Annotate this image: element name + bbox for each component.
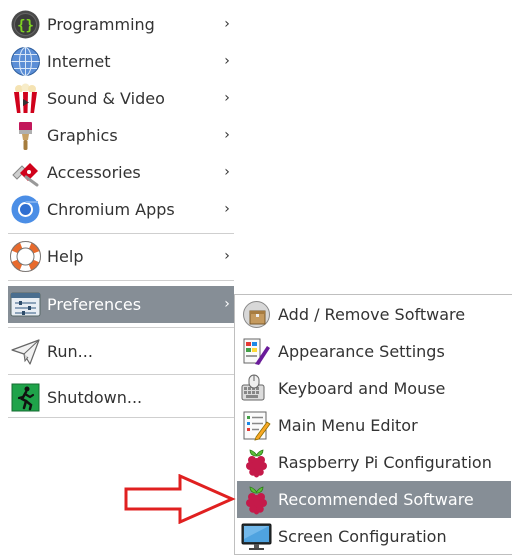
menu-separator [8, 280, 234, 281]
preferences-submenu: Add / Remove Software Appearance Setting… [234, 294, 512, 555]
menu-item-label: Chromium Apps [47, 200, 175, 219]
svg-text:{}: {} [17, 18, 34, 34]
lifebuoy-icon [10, 241, 41, 272]
submenu-item-add-remove-software[interactable]: Add / Remove Software [237, 296, 511, 333]
preferences-icon [10, 289, 41, 320]
submenu-item-keyboard-mouse[interactable]: Keyboard and Mouse [237, 370, 511, 407]
menu-item-label: Programming [47, 15, 155, 34]
chevron-right-icon: › [224, 248, 230, 264]
submenu-item-recommended-software[interactable]: Recommended Software [237, 481, 511, 518]
menu-separator [8, 374, 234, 375]
package-icon [241, 299, 272, 330]
menu-item-label: Accessories [47, 163, 141, 182]
menu-separator [8, 417, 234, 418]
paintbrush-icon [10, 120, 41, 151]
submenu-item-appearance-settings[interactable]: Appearance Settings [237, 333, 511, 370]
menu-item-label: Sound & Video [47, 89, 165, 108]
chevron-right-icon: › [224, 127, 230, 143]
submenu-item-raspberry-pi-configuration[interactable]: Raspberry Pi Configuration [237, 444, 511, 481]
menu-item-preferences[interactable]: Preferences › [8, 286, 234, 323]
chevron-right-icon: › [224, 90, 230, 106]
menu-item-run[interactable]: Run... [8, 333, 234, 370]
menu-item-label: Help [47, 247, 84, 266]
menu-item-shutdown[interactable]: Shutdown... [8, 379, 234, 416]
menu-item-graphics[interactable]: Graphics › [8, 117, 234, 154]
chevron-right-icon: › [224, 296, 230, 312]
chevron-right-icon: › [224, 164, 230, 180]
chromium-icon [10, 194, 41, 225]
submenu-item-label: Raspberry Pi Configuration [278, 453, 492, 472]
menu-editor-icon [241, 410, 272, 441]
exit-icon [10, 382, 41, 413]
submenu-item-label: Keyboard and Mouse [278, 379, 446, 398]
paper-plane-icon [10, 336, 41, 367]
keyboard-mouse-icon [241, 373, 272, 404]
raspberry-icon [241, 484, 272, 515]
pocket-knife-icon [10, 157, 41, 188]
programming-icon: {} [10, 9, 41, 40]
menu-item-help[interactable]: Help › [8, 238, 234, 275]
submenu-item-label: Appearance Settings [278, 342, 445, 361]
appearance-icon [241, 336, 272, 367]
menu-separator [8, 233, 234, 234]
submenu-item-label: Main Menu Editor [278, 416, 418, 435]
menu-item-label: Preferences [47, 295, 142, 314]
monitor-icon [241, 521, 272, 552]
menu-item-sound-video[interactable]: Sound & Video › [8, 80, 234, 117]
menu-separator [8, 327, 234, 328]
menu-item-accessories[interactable]: Accessories › [8, 154, 234, 191]
submenu-item-label: Add / Remove Software [278, 305, 466, 324]
submenu-item-screen-configuration[interactable]: Screen Configuration [237, 518, 511, 555]
menu-item-internet[interactable]: Internet › [8, 43, 234, 80]
popcorn-icon [10, 83, 41, 114]
menu-item-label: Graphics [47, 126, 118, 145]
menu-item-chromium-apps[interactable]: Chromium Apps › [8, 191, 234, 228]
submenu-item-main-menu-editor[interactable]: Main Menu Editor [237, 407, 511, 444]
chevron-right-icon: › [224, 201, 230, 217]
submenu-item-label: Screen Configuration [278, 527, 447, 546]
submenu-item-label: Recommended Software [278, 490, 474, 509]
raspberry-icon [241, 447, 272, 478]
menu-item-label: Shutdown... [47, 388, 143, 407]
chevron-right-icon: › [224, 16, 230, 32]
globe-icon [10, 46, 41, 77]
chevron-right-icon: › [224, 53, 230, 69]
menu-item-programming[interactable]: {} Programming › [8, 6, 234, 43]
annotation-arrow [124, 474, 236, 524]
menu-item-label: Run... [47, 342, 93, 361]
menu-item-label: Internet [47, 52, 111, 71]
